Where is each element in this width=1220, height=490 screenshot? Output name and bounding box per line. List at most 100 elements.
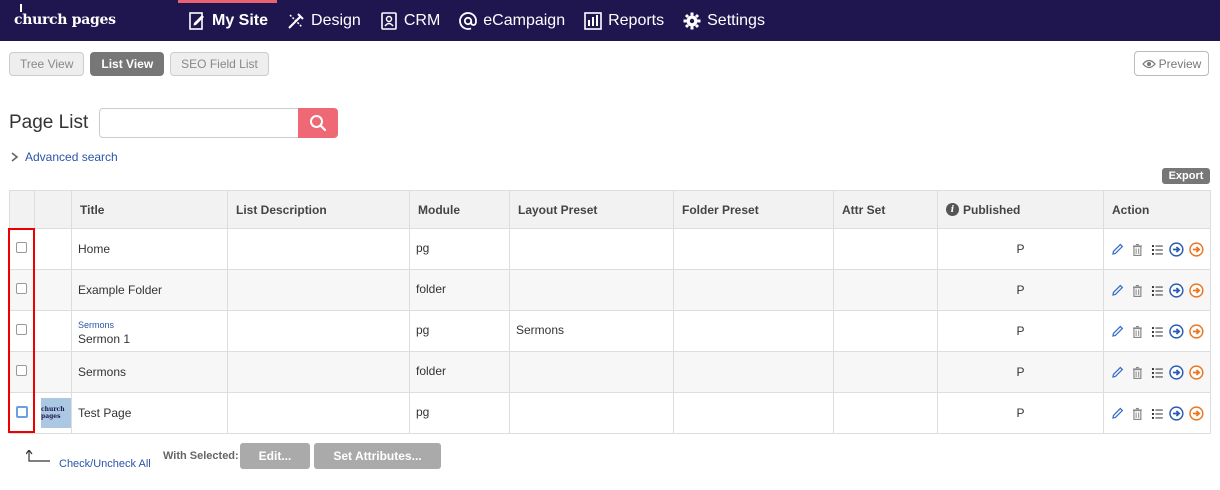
info-icon[interactable]: i xyxy=(946,203,959,216)
list-icon[interactable] xyxy=(1150,324,1165,339)
go-arrow-orange-icon[interactable] xyxy=(1189,241,1204,257)
list-icon[interactable] xyxy=(1150,242,1165,257)
nav-item-design[interactable]: Design xyxy=(277,0,370,41)
check-uncheck-all-link[interactable]: Check/Uncheck All xyxy=(59,458,151,470)
church-pages-logo[interactable]: church pages xyxy=(14,4,116,28)
trash-icon[interactable] xyxy=(1130,324,1145,339)
published-cell: P xyxy=(937,269,1104,311)
module-cell: pg xyxy=(409,228,510,270)
col-select xyxy=(9,190,35,229)
nav-item-crm[interactable]: CRM xyxy=(370,0,449,41)
col-folder-preset[interactable]: Folder Preset xyxy=(673,190,834,229)
trash-icon[interactable] xyxy=(1130,365,1145,380)
trash-icon[interactable] xyxy=(1130,283,1145,298)
title-cell: Sermons xyxy=(71,351,228,393)
preview-button[interactable]: Preview xyxy=(1134,51,1209,76)
table-row: Example Folder folder P xyxy=(9,269,1211,311)
action-cell xyxy=(1103,392,1211,434)
folder-preset-cell xyxy=(673,228,834,270)
pencil-icon[interactable] xyxy=(1110,283,1125,298)
go-arrow-orange-icon[interactable] xyxy=(1189,405,1204,421)
view-tabs: Tree View List View SEO Field List xyxy=(9,52,269,76)
go-arrow-blue-icon[interactable] xyxy=(1169,405,1184,421)
trash-icon[interactable] xyxy=(1130,406,1145,421)
pencil-icon[interactable] xyxy=(1110,365,1125,380)
nav-label: CRM xyxy=(403,11,441,29)
list-icon[interactable] xyxy=(1150,283,1165,298)
edit-page-icon xyxy=(189,11,204,30)
go-arrow-orange-icon[interactable] xyxy=(1189,364,1204,380)
advanced-search-toggle[interactable]: Advanced search xyxy=(10,150,118,164)
go-arrow-orange-icon[interactable] xyxy=(1189,323,1204,339)
go-arrow-blue-icon[interactable] xyxy=(1169,241,1184,257)
description-cell xyxy=(227,269,410,311)
row-actions xyxy=(1110,323,1204,339)
module-cell: folder xyxy=(409,351,510,393)
layout-preset-cell xyxy=(509,269,674,311)
folder-preset-cell xyxy=(673,310,834,352)
page-title-text[interactable]: Sermons xyxy=(78,365,126,379)
col-attr-set[interactable]: Attr Set xyxy=(833,190,938,229)
col-list-description[interactable]: List Description xyxy=(227,190,410,229)
nav-label: Design xyxy=(311,11,361,29)
col-module[interactable]: Module xyxy=(409,190,510,229)
title-cell: Example Folder xyxy=(71,269,228,311)
pencil-icon[interactable] xyxy=(1110,324,1125,339)
logo-text: church pages xyxy=(14,12,116,28)
nav-label: Reports xyxy=(608,11,665,29)
module-cell: pg xyxy=(409,310,510,352)
nav-item-settings[interactable]: Settings xyxy=(673,0,774,41)
folder-link[interactable]: Sermons xyxy=(78,320,221,330)
table-header-row: Title List Description Module Layout Pre… xyxy=(9,190,1211,229)
checkbox-highlight-box xyxy=(8,228,35,433)
published-cell: P xyxy=(937,392,1104,434)
page-title-text[interactable]: Home xyxy=(78,242,110,256)
search-input[interactable] xyxy=(99,108,299,138)
attr-set-cell xyxy=(833,269,938,311)
title-cell: Sermons Sermon 1 xyxy=(71,310,228,352)
attr-set-cell xyxy=(833,392,938,434)
contacts-icon xyxy=(381,11,397,30)
layout-preset-cell xyxy=(509,392,674,434)
edit-selected-button[interactable]: Edit... xyxy=(240,443,310,469)
go-arrow-blue-icon[interactable] xyxy=(1169,282,1184,298)
search-icon xyxy=(310,115,327,132)
set-attributes-button[interactable]: Set Attributes... xyxy=(314,443,441,469)
pencil-icon[interactable] xyxy=(1110,242,1125,257)
gear-icon xyxy=(683,12,701,29)
page-title-text[interactable]: Test Page xyxy=(78,406,131,420)
table-row: Sermons Sermon 1 pg Sermons P xyxy=(9,310,1211,352)
layout-preset-cell xyxy=(509,351,674,393)
page-list-table: Title List Description Module Layout Pre… xyxy=(9,190,1211,434)
list-icon[interactable] xyxy=(1150,406,1165,421)
published-cell: P xyxy=(937,310,1104,352)
tab-list-view[interactable]: List View xyxy=(90,52,165,76)
row-actions xyxy=(1110,405,1204,421)
search-button[interactable] xyxy=(298,108,338,138)
page-thumbnail: church pages xyxy=(41,398,71,428)
layout-preset-cell: Sermons xyxy=(509,310,674,352)
pencil-icon[interactable] xyxy=(1110,406,1125,421)
go-arrow-orange-icon[interactable] xyxy=(1189,282,1204,298)
export-button[interactable]: Export xyxy=(1162,168,1210,184)
col-title[interactable]: Title xyxy=(71,190,228,229)
list-icon[interactable] xyxy=(1150,365,1165,380)
go-arrow-blue-icon[interactable] xyxy=(1169,323,1184,339)
trash-icon[interactable] xyxy=(1130,242,1145,257)
bar-chart-icon xyxy=(584,11,602,30)
col-action: Action xyxy=(1103,190,1211,229)
go-arrow-blue-icon[interactable] xyxy=(1169,364,1184,380)
thumb-cell xyxy=(34,269,72,311)
thumb-cell xyxy=(34,310,72,352)
page-title-text[interactable]: Sermon 1 xyxy=(78,332,130,346)
tab-tree-view[interactable]: Tree View xyxy=(9,52,85,76)
published-cell: P xyxy=(937,228,1104,270)
nav-item-my-site[interactable]: My Site xyxy=(178,0,278,41)
tab-seo-field-list[interactable]: SEO Field List xyxy=(170,52,269,76)
nav-item-ecampaign[interactable]: eCampaign xyxy=(449,0,574,41)
page-title-text[interactable]: Example Folder xyxy=(78,283,162,297)
row-actions xyxy=(1110,282,1204,298)
col-published[interactable]: i Published xyxy=(937,190,1104,229)
col-layout-preset[interactable]: Layout Preset xyxy=(509,190,674,229)
nav-item-reports[interactable]: Reports xyxy=(574,0,673,41)
